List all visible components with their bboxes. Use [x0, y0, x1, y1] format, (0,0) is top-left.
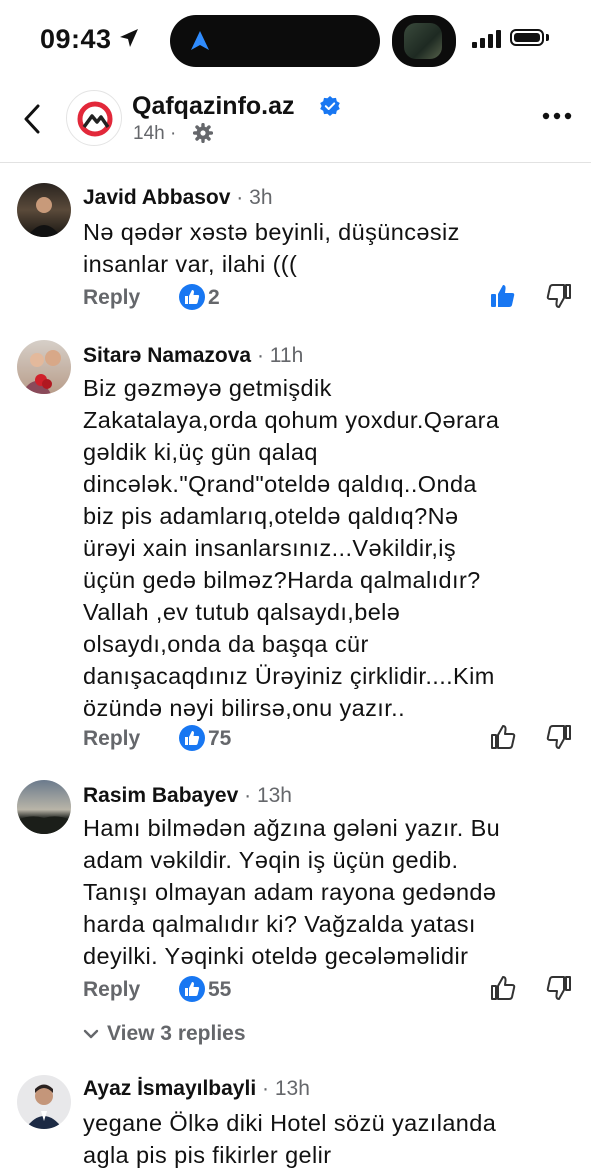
post-header: Qafqazinfo.az 14h · [0, 82, 591, 163]
comment-actions: Reply 55 [83, 974, 573, 1008]
comment-author[interactable]: Ayaz İsmayılbayli · 13h [83, 1077, 310, 1101]
comment-actions: Reply 2 [83, 282, 573, 316]
thumb-up-icon[interactable] [489, 974, 517, 1002]
more-options-icon[interactable] [542, 112, 572, 120]
comment-author[interactable]: Sitarə Namazova · 11h [83, 344, 303, 368]
meta-separator: · [169, 123, 177, 144]
thumb-up-filled-icon[interactable] [489, 282, 517, 310]
avatar-image [17, 816, 71, 834]
comment-text: Nə qədər xəstə beyinli, düşüncəsiz insan… [83, 219, 460, 277]
dynamic-island [170, 15, 380, 67]
status-time: 09:43 [40, 24, 112, 54]
avatar[interactable] [17, 1075, 71, 1129]
like-count-badge [179, 725, 205, 751]
like-badge-icon [185, 290, 200, 304]
reply-button[interactable]: Reply [83, 727, 140, 751]
verified-badge-icon [320, 96, 340, 116]
navigation-arrow-icon [191, 31, 209, 50]
like-count: 2 [208, 286, 220, 309]
gear-icon [193, 123, 213, 143]
now-playing-art [392, 15, 456, 67]
post-time: 14h [133, 123, 165, 144]
avatar-image [25, 1084, 63, 1129]
avatar[interactable] [17, 780, 71, 834]
status-bar: 09:43 [0, 0, 591, 82]
like-count: 55 [208, 978, 232, 1001]
thumb-down-icon[interactable] [545, 723, 573, 751]
like-count-badge [179, 976, 205, 1002]
post-meta: 14h · [133, 123, 176, 145]
qafqazinfo-logo-icon [77, 101, 113, 137]
avatar-image [21, 350, 61, 394]
view-replies-label: View 3 replies [107, 1022, 246, 1045]
like-badge-icon [185, 731, 200, 745]
avatar-image [27, 197, 61, 237]
back-chevron-icon[interactable] [22, 104, 42, 134]
reply-button[interactable]: Reply [83, 978, 140, 1002]
comment-author[interactable]: Javid Abbasov · 3h [83, 186, 273, 210]
like-count: 75 [208, 727, 232, 750]
battery-icon [510, 29, 544, 46]
page-avatar[interactable] [66, 90, 122, 146]
comment-text: Hamı bilmədən ağzına gələni yazır. Bu ad… [83, 815, 501, 969]
thumb-down-icon[interactable] [545, 282, 573, 310]
reply-button[interactable]: Reply [83, 286, 140, 310]
like-badge-icon [185, 982, 200, 996]
comment-text: yegane Ölkə diki Hotel sözü yazılanda ag… [83, 1110, 497, 1168]
view-replies-button[interactable]: View 3 replies [83, 1022, 246, 1046]
thumb-down-icon[interactable] [545, 974, 573, 1002]
cellular-signal-icon [472, 30, 501, 48]
avatar[interactable] [17, 340, 71, 394]
comment-actions: Reply 75 [83, 723, 573, 757]
comment-text: Biz gəzməyə getmişdik Zakatalaya,orda qo… [83, 375, 500, 721]
chevron-down-icon [83, 1030, 99, 1039]
page-name[interactable]: Qafqazinfo.az [132, 92, 295, 121]
comment-author[interactable]: Rasim Babayev · 13h [83, 784, 292, 808]
location-arrow-icon [120, 29, 138, 47]
like-count-badge [179, 284, 205, 310]
thumb-up-icon[interactable] [489, 723, 517, 751]
avatar[interactable] [17, 183, 71, 237]
album-art-image [404, 23, 442, 59]
